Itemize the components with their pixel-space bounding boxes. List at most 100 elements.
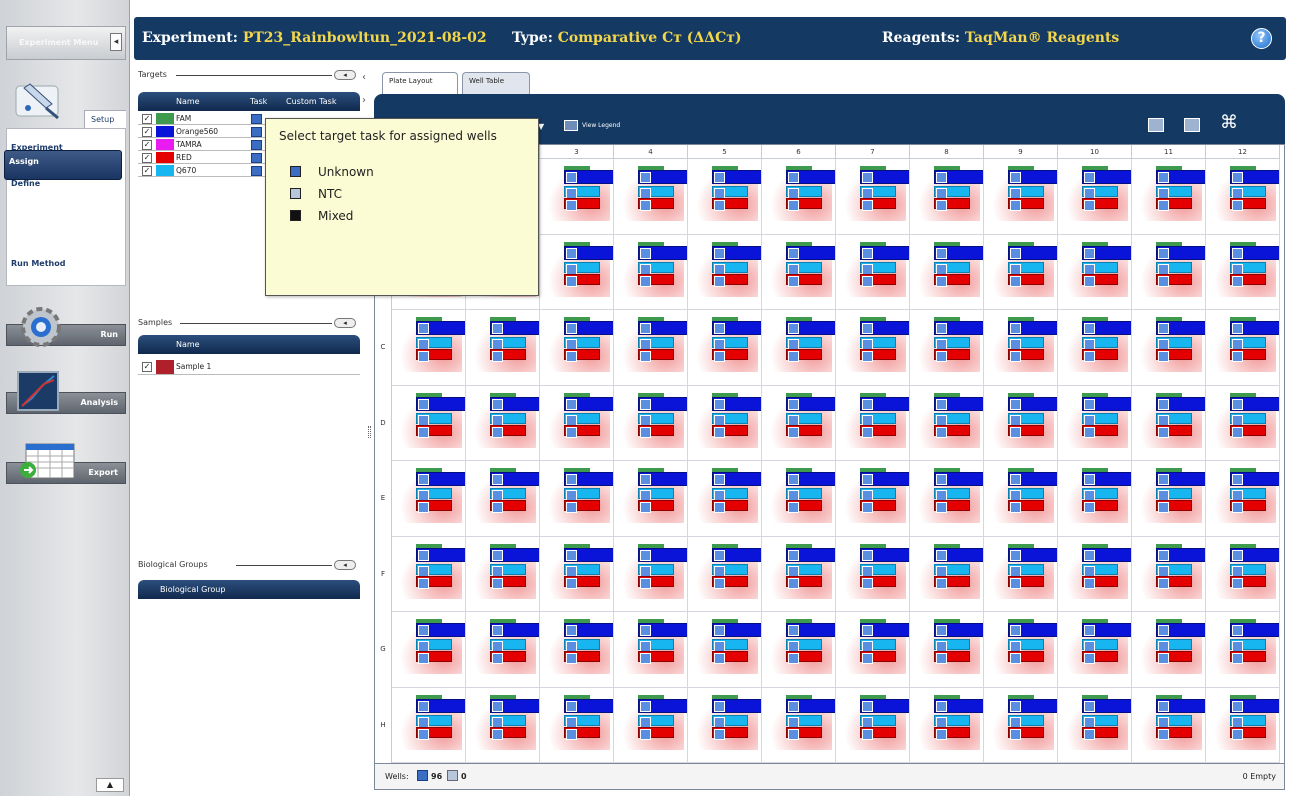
column-header[interactable]: 6	[762, 145, 836, 159]
plate-well[interactable]	[762, 687, 836, 763]
column-header[interactable]: 3	[540, 145, 614, 159]
row-header[interactable]: G	[375, 612, 392, 688]
plate-well[interactable]	[540, 612, 614, 688]
plate-well[interactable]	[984, 536, 1058, 612]
plate-well[interactable]	[762, 536, 836, 612]
plate-well[interactable]	[614, 461, 688, 537]
column-header[interactable]: 7	[836, 145, 910, 159]
target-checkbox[interactable]: ✓	[142, 140, 152, 150]
plate-well[interactable]	[1058, 385, 1132, 461]
plate-well[interactable]	[540, 234, 614, 310]
plate-well[interactable]	[688, 234, 762, 310]
plate-well[interactable]	[392, 536, 466, 612]
plate-well[interactable]	[1206, 385, 1280, 461]
column-header[interactable]: 12	[1206, 145, 1280, 159]
plate-well[interactable]	[614, 385, 688, 461]
target-color-swatch[interactable]	[156, 113, 174, 124]
samples-collapse-button[interactable]: ◂	[334, 318, 356, 328]
plate-well[interactable]	[688, 536, 762, 612]
plate-well[interactable]	[392, 612, 466, 688]
plate-well[interactable]	[1132, 159, 1206, 235]
plate-well[interactable]	[688, 612, 762, 688]
sample-color-swatch[interactable]	[156, 360, 174, 374]
column-header[interactable]: 11	[1132, 145, 1206, 159]
target-color-swatch[interactable]	[156, 126, 174, 137]
view-legend-icon[interactable]	[564, 120, 578, 131]
plate-well[interactable]	[392, 461, 466, 537]
plate-well[interactable]	[910, 310, 984, 386]
target-color-swatch[interactable]	[156, 139, 174, 150]
row-header[interactable]: E	[375, 461, 392, 537]
plate-well[interactable]	[1132, 385, 1206, 461]
plate-well[interactable]	[984, 687, 1058, 763]
plate-well[interactable]	[762, 385, 836, 461]
nav-link-assign[interactable]: Assign	[4, 150, 122, 180]
tab-well-table[interactable]: Well Table	[462, 72, 530, 94]
plate-well[interactable]	[466, 612, 540, 688]
export-nav-button[interactable]: Export	[6, 440, 126, 500]
plate-well[interactable]	[1206, 687, 1280, 763]
task-unknown-icon[interactable]	[251, 114, 262, 124]
target-color-swatch[interactable]	[156, 152, 174, 163]
task-unknown-icon[interactable]	[251, 140, 262, 150]
plate-well[interactable]	[762, 159, 836, 235]
grid-view-icon[interactable]	[1148, 118, 1164, 132]
list-view-icon[interactable]	[1184, 118, 1200, 132]
plate-well[interactable]	[1058, 310, 1132, 386]
plate-well[interactable]	[984, 159, 1058, 235]
plate-well[interactable]	[762, 612, 836, 688]
plate-well[interactable]	[466, 687, 540, 763]
tab-plate-layout[interactable]: Plate Layout	[382, 72, 458, 94]
scroll-up-button[interactable]: ▲	[96, 778, 124, 792]
plate-well[interactable]	[614, 234, 688, 310]
plate-well[interactable]	[1206, 461, 1280, 537]
plate-well[interactable]	[614, 159, 688, 235]
plate-well[interactable]	[910, 159, 984, 235]
plate-well[interactable]	[688, 385, 762, 461]
show-panel-arrow-icon[interactable]: ›	[362, 95, 366, 106]
plate-well[interactable]	[836, 536, 910, 612]
task-unknown-icon[interactable]	[251, 166, 262, 176]
plate-well[interactable]	[836, 461, 910, 537]
plate-well[interactable]	[910, 687, 984, 763]
plate-well[interactable]	[1058, 612, 1132, 688]
plate-well[interactable]	[1206, 310, 1280, 386]
plate-well[interactable]	[688, 461, 762, 537]
plate-well[interactable]	[688, 310, 762, 386]
column-header[interactable]: 4	[614, 145, 688, 159]
setup-nav-item[interactable]: Setup	[84, 110, 126, 129]
plate-well[interactable]	[762, 234, 836, 310]
target-checkbox[interactable]: ✓	[142, 166, 152, 176]
plate-well[interactable]	[836, 159, 910, 235]
column-header[interactable]: 10	[1058, 145, 1132, 159]
plate-well[interactable]	[1058, 687, 1132, 763]
plate-well[interactable]	[540, 385, 614, 461]
analysis-nav-button[interactable]: Analysis	[6, 370, 126, 430]
plate-well[interactable]	[762, 310, 836, 386]
plate-well[interactable]	[836, 612, 910, 688]
plate-well[interactable]	[540, 687, 614, 763]
plate-well[interactable]	[1132, 234, 1206, 310]
plate-well[interactable]	[984, 612, 1058, 688]
plate-well[interactable]	[1206, 159, 1280, 235]
plate-well[interactable]	[1058, 536, 1132, 612]
run-nav-button[interactable]: Run	[6, 302, 126, 362]
row-header[interactable]: D	[375, 385, 392, 461]
plate-well[interactable]	[1058, 234, 1132, 310]
plate-well[interactable]	[1206, 536, 1280, 612]
plate-well[interactable]	[984, 234, 1058, 310]
fit-to-screen-icon[interactable]: ⌘	[1220, 114, 1238, 132]
plate-well[interactable]	[910, 536, 984, 612]
plate-well[interactable]	[984, 310, 1058, 386]
nav-link-define[interactable]: Define	[11, 179, 40, 188]
plate-well[interactable]	[762, 461, 836, 537]
help-icon[interactable]: ?	[1251, 28, 1272, 49]
plate-well[interactable]	[910, 234, 984, 310]
task-unknown-icon[interactable]	[251, 127, 262, 137]
hide-panel-arrow-icon[interactable]: ‹	[362, 72, 366, 83]
plate-well[interactable]	[614, 612, 688, 688]
plate-well[interactable]	[1058, 159, 1132, 235]
sample-checkbox[interactable]: ✓	[142, 362, 152, 372]
target-checkbox[interactable]: ✓	[142, 153, 152, 163]
targets-col-custom-task[interactable]: Custom Task	[286, 97, 336, 106]
